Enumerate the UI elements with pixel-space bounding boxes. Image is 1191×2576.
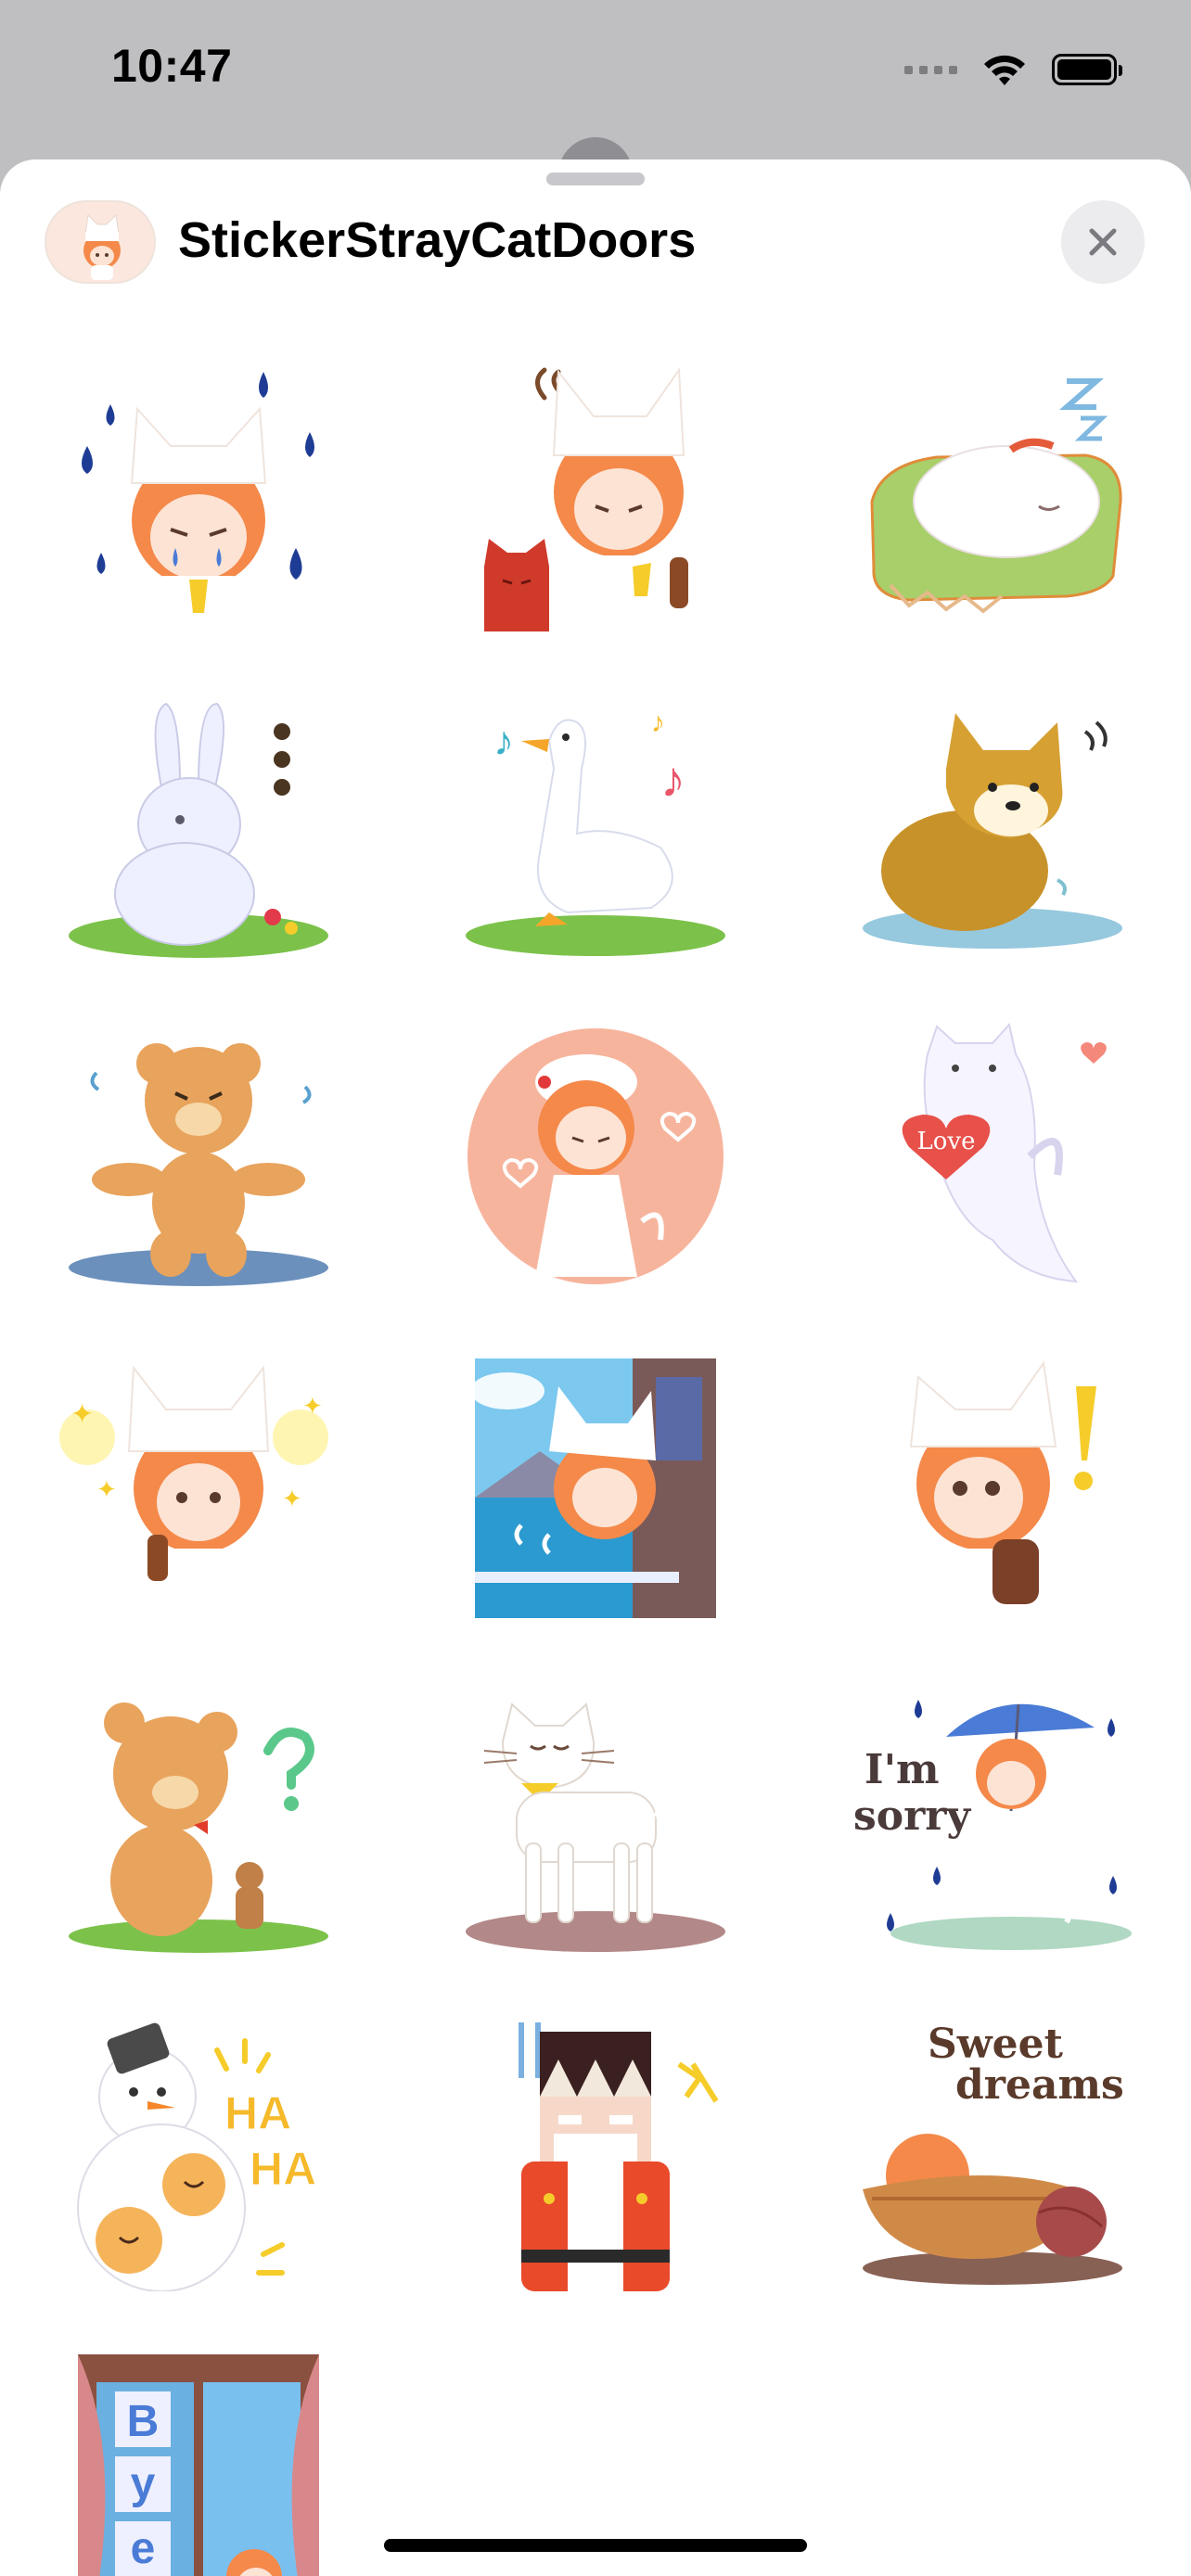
sweet-dreams-sticker[interactable]: Sweet dreams bbox=[853, 2013, 1132, 2291]
svg-text:♪: ♪ bbox=[651, 708, 665, 738]
app-icon bbox=[45, 200, 156, 284]
bye-window-sticker[interactable]: B y e bbox=[59, 2345, 338, 2576]
sticker-cell[interactable] bbox=[397, 1654, 794, 1986]
svg-text:♪: ♪ bbox=[493, 719, 514, 764]
sheet-header: StickerStrayCatDoors bbox=[0, 197, 1191, 308]
im-sorry-sticker[interactable]: I'm sorry bbox=[853, 1681, 1132, 1959]
girl-heart-circle-sticker[interactable] bbox=[456, 1017, 735, 1295]
sleeping-cat-sticker[interactable] bbox=[853, 353, 1132, 631]
sheet-title: StickerStrayCatDoors bbox=[178, 212, 697, 268]
sticker-cell[interactable] bbox=[397, 990, 794, 1322]
sticker-cell[interactable]: Love bbox=[794, 990, 1191, 1322]
status-icons bbox=[904, 46, 1122, 93]
svg-text:✦: ✦ bbox=[70, 1399, 94, 1430]
girl-with-red-cat-sticker[interactable] bbox=[456, 353, 735, 631]
raindrop bbox=[1109, 1876, 1117, 1894]
svg-text:✦: ✦ bbox=[282, 1485, 302, 1512]
ghost-cat-love-sticker[interactable]: Love bbox=[853, 1017, 1132, 1295]
crying-girl-sticker[interactable] bbox=[59, 353, 338, 631]
sticker-sheet: StickerStrayCatDoors ♪ ♪ ♪ Love ✦ ✦ ✦ ✦ … bbox=[0, 159, 1191, 2576]
sticker-grid: ♪ ♪ ♪ Love ✦ ✦ ✦ ✦ I'm sorry HA HA Sweet… bbox=[0, 326, 1191, 2576]
surprised-girl-sticker[interactable] bbox=[853, 1349, 1132, 1627]
sticker-cell[interactable] bbox=[0, 990, 397, 1322]
sticker-cell[interactable]: ♪ ♪ ♪ bbox=[397, 658, 794, 990]
raindrop bbox=[933, 1867, 941, 1885]
white-cat-sticker[interactable] bbox=[456, 1681, 735, 1959]
shiba-dog-sticker[interactable] bbox=[853, 685, 1132, 963]
snowman-haha-sticker[interactable]: HA HA bbox=[59, 2013, 338, 2291]
home-indicator bbox=[384, 2539, 807, 2552]
sticker-cell[interactable]: Sweet dreams bbox=[794, 1986, 1191, 2318]
bye-letter-e: e bbox=[131, 2524, 156, 2573]
window-sea-sticker[interactable] bbox=[456, 1349, 735, 1627]
raindrop bbox=[289, 548, 302, 580]
raindrop bbox=[82, 446, 93, 474]
sticker-cell[interactable] bbox=[794, 1322, 1191, 1654]
im-text: I'm bbox=[864, 1746, 940, 1793]
raindrop bbox=[305, 432, 314, 457]
gingerbread-icon bbox=[236, 1862, 263, 1929]
raindrop bbox=[259, 372, 268, 398]
status-bar: 10:47 bbox=[0, 0, 1191, 139]
teddy-bear-dance-sticker[interactable] bbox=[59, 1017, 338, 1295]
sticker-cell[interactable]: I'm sorry bbox=[794, 1654, 1191, 1986]
svg-text:✦: ✦ bbox=[96, 1475, 117, 1503]
sticker-cell[interactable] bbox=[0, 1654, 397, 1986]
svg-text:✦: ✦ bbox=[302, 1392, 323, 1420]
sparkle-girl-sticker[interactable]: ✦ ✦ ✦ ✦ bbox=[59, 1349, 338, 1627]
raindrop bbox=[1108, 1718, 1115, 1737]
sticker-cell[interactable]: HA HA bbox=[0, 1986, 397, 2318]
bye-letter-b: B bbox=[127, 2397, 160, 2446]
svg-text:♪: ♪ bbox=[660, 752, 685, 808]
close-button[interactable] bbox=[1061, 200, 1145, 284]
sticker-cell[interactable]: B y e bbox=[0, 2318, 397, 2576]
goose-sticker[interactable]: ♪ ♪ ♪ bbox=[456, 685, 735, 963]
sticker-cell[interactable] bbox=[397, 1322, 794, 1654]
raindrop bbox=[887, 1913, 894, 1932]
sorry-text: sorry bbox=[853, 1792, 971, 1840]
raindrop bbox=[915, 1700, 922, 1718]
cellular-signal-icon bbox=[904, 65, 957, 74]
wifi-icon bbox=[984, 55, 1025, 85]
nutcracker-sticker[interactable] bbox=[456, 2013, 735, 2291]
close-icon bbox=[1089, 228, 1117, 256]
sticker-cell[interactable] bbox=[0, 658, 397, 990]
raindrop bbox=[106, 404, 115, 426]
haha-text-2: HA bbox=[250, 2143, 316, 2195]
rabbit-sticker[interactable] bbox=[59, 685, 338, 963]
dreams-text: dreams bbox=[955, 2061, 1124, 2109]
sheet-grabber[interactable] bbox=[546, 172, 645, 185]
bear-cookie-sticker[interactable] bbox=[59, 1681, 338, 1959]
sticker-cell[interactable] bbox=[397, 326, 794, 658]
love-text: Love bbox=[917, 1128, 976, 1155]
raindrop bbox=[96, 553, 106, 574]
red-cat bbox=[484, 539, 549, 631]
sticker-cell[interactable] bbox=[794, 326, 1191, 658]
sticker-cell[interactable] bbox=[0, 326, 397, 658]
sticker-cell[interactable] bbox=[794, 658, 1191, 990]
haha-text-1: HA bbox=[224, 2087, 291, 2139]
status-time: 10:47 bbox=[111, 40, 233, 92]
sticker-cell[interactable]: ✦ ✦ ✦ ✦ bbox=[0, 1322, 397, 1654]
sticker-cell[interactable] bbox=[397, 1986, 794, 2318]
bye-letter-y: y bbox=[131, 2459, 156, 2508]
battery-icon bbox=[1052, 54, 1122, 85]
